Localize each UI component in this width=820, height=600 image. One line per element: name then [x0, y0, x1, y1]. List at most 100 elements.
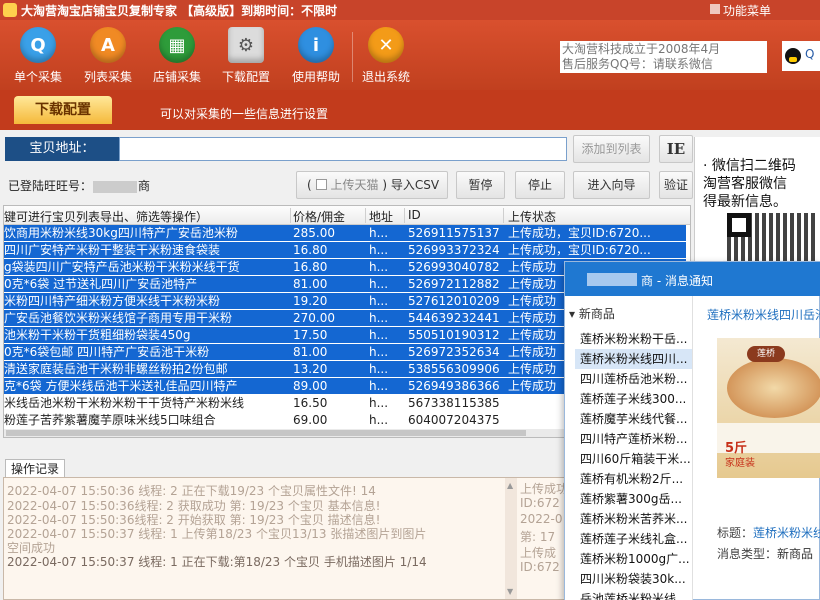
notification-item[interactable]: 莲桥有机米粉2斤...: [575, 469, 692, 489]
detail-title-label: 标题：: [717, 526, 754, 540]
cell-title: 米线岳池米粉干米粉米粉干干货特产米粉米线: [4, 396, 245, 410]
cell-id: 550510190312: [408, 328, 500, 342]
log-secondary-line: 上传成: [520, 546, 557, 560]
notification-item[interactable]: 莲桥莲子米线礼盒...: [575, 529, 692, 549]
qq-text: Q: [805, 47, 815, 61]
list-collect-label: 列表采集: [83, 70, 132, 84]
notification-item[interactable]: 四川米粉袋装30k...: [575, 569, 692, 589]
shop-collect-icon: ▦: [159, 27, 195, 63]
detail-type-value: 新商品: [777, 547, 814, 561]
download-config-button[interactable]: ⚙ 下载配置: [214, 24, 278, 84]
log-secondary-line: ID:672: [520, 496, 560, 510]
detail-title-link[interactable]: 莲桥米粉米线四川岳池: [707, 306, 820, 323]
company-info: 大淘营科技成立于2008年4月 售后服务QQ号：请联系微信: [560, 41, 767, 73]
function-menu[interactable]: 功能菜单: [723, 2, 771, 19]
cell-title: 清送家庭装岳池干米粉非螺丝粉拍2份包邮: [4, 362, 228, 376]
single-collect-button[interactable]: Q 单个采集: [6, 24, 70, 84]
stop-button[interactable]: 停止: [515, 171, 565, 199]
message-notification-popup: 商 - 消息通知 ▾ 新商品 莲桥米粉米粉干岳... 莲桥米粉米线四川... 四川莲…: [564, 261, 820, 600]
notification-item[interactable]: 四川莲桥岳池米粉...: [575, 369, 692, 389]
promo-line-2: 淘营客服微信: [703, 176, 787, 192]
table-row[interactable]: 四川广安特产米粉干整装干米粉速食袋装 16.80 h... 526993372324 上…: [4, 242, 686, 258]
notification-item[interactable]: 四川特产莲桥米粉...: [575, 429, 692, 449]
product-image[interactable]: 莲桥 5斤 家庭装: [717, 338, 820, 478]
table-row[interactable]: 饮商用米粉米线30kg四川特产广安岳池米粉 285.00 h... 526911575…: [4, 225, 686, 241]
shop-collect-button[interactable]: ▦ 店铺采集: [145, 24, 209, 84]
cell-title: 池米粉干米粉干货粗细粉袋装450g: [4, 328, 191, 342]
cell-addr: h...: [369, 328, 389, 342]
cell-id: 527612010209: [408, 294, 500, 308]
ie-button[interactable]: IE: [659, 135, 693, 163]
cell-price: 270.00: [293, 311, 335, 325]
company-line-1: 大淘营科技成立于2008年4月: [562, 42, 721, 56]
config-banner: [0, 90, 820, 130]
list-collect-button[interactable]: A 列表采集: [76, 24, 140, 84]
cell-price: 17.50: [293, 328, 328, 342]
log-secondary-line: 上传成功: [520, 482, 569, 496]
menu-icon[interactable]: [710, 4, 720, 14]
cell-id: 538556309906: [408, 362, 500, 376]
log-line: 2022-04-07 15:50:37 线程: 1 正在下载:第18/23 个宝…: [7, 555, 427, 569]
log-secondary-line: 2022-0: [520, 512, 563, 526]
scroll-down-icon[interactable]: ▼: [507, 587, 513, 596]
app-icon: [3, 3, 17, 17]
notification-item[interactable]: 莲桥紫薯300g岳...: [575, 489, 692, 509]
item-address-input[interactable]: [119, 137, 567, 161]
notification-item[interactable]: 莲桥米粉1000g广...: [575, 549, 692, 569]
help-icon: i: [298, 27, 334, 63]
tab-download-config[interactable]: 下载配置: [14, 96, 112, 124]
import-csv-link[interactable]: 导入CSV: [391, 178, 439, 192]
help-label: 使用帮助: [291, 70, 340, 84]
cell-addr: h...: [369, 226, 389, 240]
col-divider: [290, 208, 291, 223]
detail-title-field: 标题：莲桥米粉米线: [717, 524, 820, 541]
download-config-icon: ⚙: [228, 27, 264, 63]
item-address-label: 宝贝地址：: [5, 137, 119, 161]
login-suffix: 商: [138, 179, 151, 193]
qq-contact-button[interactable]: Q: [782, 41, 820, 71]
tab-operation-log[interactable]: 操作记录: [5, 459, 65, 478]
enter-wizard-button[interactable]: 进入向导: [573, 171, 650, 199]
cell-title: 饮商用米粉米线30kg四川特产广安岳池米粉: [4, 226, 238, 240]
add-to-list-button[interactable]: 添加到列表: [573, 135, 650, 163]
cell-id: 544639232441: [408, 311, 500, 325]
exit-button[interactable]: ✕ 退出系统: [354, 24, 418, 84]
notification-item[interactable]: 莲桥米粉米线四川...: [575, 349, 692, 369]
pause-button[interactable]: 暂停: [456, 171, 505, 199]
cell-addr: h...: [369, 243, 389, 257]
package-badge: 5斤 家庭装: [725, 442, 755, 471]
notification-item[interactable]: 四川60斤箱装干米...: [575, 449, 692, 469]
log-vertical-scrollbar[interactable]: ▲ ▼: [505, 478, 517, 599]
col-addr-header[interactable]: 地址: [369, 208, 393, 225]
scrollbar-thumb[interactable]: [6, 430, 526, 436]
notification-item[interactable]: 莲桥米粉米苦荞米...: [575, 509, 692, 529]
detail-type-label: 消息类型：: [717, 547, 778, 561]
cell-title: 广安岳池餐饮米粉米线馆子商用专用干米粉: [4, 311, 233, 325]
col-id-header[interactable]: ID: [408, 208, 421, 222]
col-divider: [503, 208, 504, 223]
upload-tmall-checkbox[interactable]: [315, 179, 327, 190]
exit-label: 退出系统: [361, 70, 410, 84]
operation-log-panel: 2022-04-07 15:50:36 线程: 2 正在下载19/23 个宝贝属…: [3, 477, 571, 600]
notification-item[interactable]: 莲桥魔芋米线代餐...: [575, 409, 692, 429]
detail-title-value[interactable]: 莲桥米粉米线: [753, 526, 820, 540]
qq-icon: [785, 48, 801, 64]
verify-button[interactable]: 验证: [659, 171, 693, 199]
col-status-header[interactable]: 上传状态: [508, 208, 556, 225]
category-new-products[interactable]: ▾ 新商品: [569, 305, 615, 322]
single-collect-icon: Q: [20, 27, 56, 63]
help-button[interactable]: i 使用帮助: [284, 24, 348, 84]
promo-line-3: 得最新信息。: [703, 194, 787, 210]
col-price-header[interactable]: 价格/佣金: [293, 208, 345, 225]
notification-item[interactable]: 莲桥米粉米粉干岳...: [575, 329, 692, 349]
col-title-header[interactable]: 键可进行宝贝列表导出、筛选等操作）: [4, 208, 208, 225]
cell-title: 四川广安特产米粉干整装干米粉速食袋装: [4, 243, 221, 257]
scroll-up-icon[interactable]: ▲: [507, 481, 513, 490]
cell-addr: h...: [369, 260, 389, 274]
download-config-label: 下载配置: [221, 70, 270, 84]
cell-id: 526949386366: [408, 379, 500, 393]
cell-title: 0克*6袋 过节送礼四川广安岳池特产: [4, 277, 198, 291]
notification-item[interactable]: 莲桥莲子米线300...: [575, 389, 692, 409]
cell-title: g袋装四川广安特产岳池米粉干米粉米线干货: [4, 260, 240, 274]
notification-item[interactable]: 岳池莲桥米粉米线...: [575, 589, 692, 600]
